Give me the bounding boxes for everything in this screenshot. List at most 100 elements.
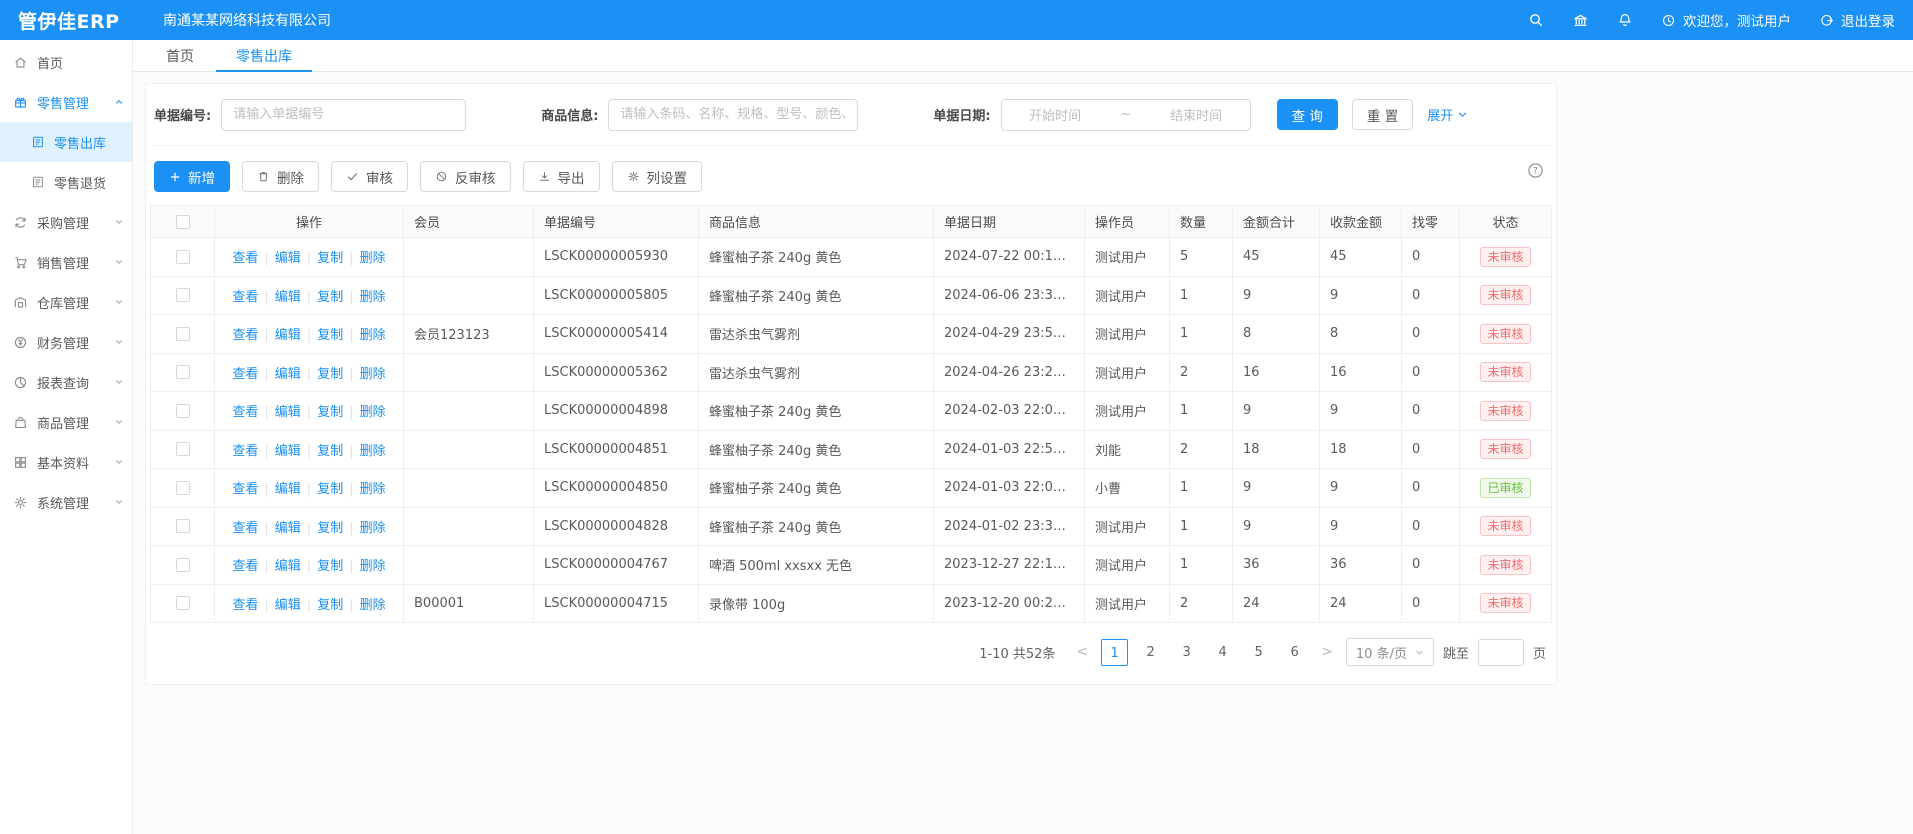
search-button[interactable]: 查 询 xyxy=(1277,99,1338,130)
copy-link[interactable]: 复制 xyxy=(317,444,343,459)
expand-link[interactable]: 展开 xyxy=(1427,105,1468,124)
sidebar-item-system[interactable]: 系统管理 xyxy=(0,482,132,522)
prev-page-button[interactable]: < xyxy=(1072,644,1092,660)
warehouse-icon xyxy=(13,295,28,310)
copy-link[interactable]: 复制 xyxy=(317,251,343,266)
row-checkbox[interactable] xyxy=(176,365,190,379)
delete-link[interactable]: 删除 xyxy=(360,444,386,459)
edit-link[interactable]: 编辑 xyxy=(275,328,301,343)
row-checkbox[interactable] xyxy=(176,327,190,341)
delete-link[interactable]: 删除 xyxy=(360,405,386,420)
edit-link[interactable]: 编辑 xyxy=(275,521,301,536)
unaudit-button[interactable]: 反审核 xyxy=(420,161,511,192)
bill-no-input[interactable] xyxy=(221,99,466,131)
copy-link[interactable]: 复制 xyxy=(317,405,343,420)
bank-icon[interactable] xyxy=(1572,12,1589,29)
copy-link[interactable]: 复制 xyxy=(317,367,343,382)
date-start-placeholder[interactable]: 开始时间 xyxy=(1029,105,1081,124)
date-range-picker[interactable]: 开始时间 ~ 结束时间 xyxy=(1001,99,1251,131)
page-button-2[interactable]: 2 xyxy=(1137,639,1164,666)
product-info-input[interactable] xyxy=(608,99,858,131)
sidebar-item-sales[interactable]: 销售管理 xyxy=(0,242,132,282)
welcome-user[interactable]: 欢迎您，测试用户 xyxy=(1661,10,1791,30)
view-link[interactable]: 查看 xyxy=(232,328,258,343)
view-link[interactable]: 查看 xyxy=(232,251,258,266)
delete-link[interactable]: 删除 xyxy=(360,482,386,497)
edit-link[interactable]: 编辑 xyxy=(275,251,301,266)
delete-link[interactable]: 删除 xyxy=(360,598,386,613)
page-button-5[interactable]: 5 xyxy=(1245,639,1272,666)
copy-link[interactable]: 复制 xyxy=(317,328,343,343)
next-page-button[interactable]: > xyxy=(1317,644,1337,660)
page-button-4[interactable]: 4 xyxy=(1209,639,1236,666)
row-checkbox[interactable] xyxy=(176,519,190,533)
view-link[interactable]: 查看 xyxy=(232,482,258,497)
delete-link[interactable]: 删除 xyxy=(360,559,386,574)
row-checkbox[interactable] xyxy=(176,481,190,495)
date-end-placeholder[interactable]: 结束时间 xyxy=(1170,105,1222,124)
view-link[interactable]: 查看 xyxy=(232,290,258,305)
sidebar-item-warehouse[interactable]: 仓库管理 xyxy=(0,282,132,322)
view-link[interactable]: 查看 xyxy=(232,598,258,613)
page-button-3[interactable]: 3 xyxy=(1173,639,1200,666)
copy-link[interactable]: 复制 xyxy=(317,598,343,613)
row-checkbox[interactable] xyxy=(176,288,190,302)
edit-link[interactable]: 编辑 xyxy=(275,405,301,420)
delete-link[interactable]: 删除 xyxy=(360,251,386,266)
row-checkbox[interactable] xyxy=(176,442,190,456)
edit-link[interactable]: 编辑 xyxy=(275,598,301,613)
sidebar-item-finance[interactable]: 财务管理 xyxy=(0,322,132,362)
export-button[interactable]: 导出 xyxy=(523,161,600,192)
member-cell xyxy=(404,392,534,431)
page-button-6[interactable]: 6 xyxy=(1281,639,1308,666)
reset-button[interactable]: 重 置 xyxy=(1352,99,1413,130)
delete-button[interactable]: 删除 xyxy=(242,161,319,192)
logout-button[interactable]: 退出登录 xyxy=(1819,10,1895,30)
row-checkbox[interactable] xyxy=(176,558,190,572)
edit-link[interactable]: 编辑 xyxy=(275,444,301,459)
edit-link[interactable]: 编辑 xyxy=(275,559,301,574)
page-size-select[interactable]: 10 条/页 xyxy=(1346,638,1434,666)
tab-retail-outbound[interactable]: 零售出库 xyxy=(236,40,292,71)
product-cell: 蜂蜜柚子茶 240g 黄色 xyxy=(699,507,934,546)
copy-link[interactable]: 复制 xyxy=(317,521,343,536)
select-all-checkbox[interactable] xyxy=(176,215,190,229)
search-icon[interactable] xyxy=(1528,12,1544,28)
edit-link[interactable]: 编辑 xyxy=(275,367,301,382)
sidebar-item-retail-outbound[interactable]: 零售出库 xyxy=(0,122,132,162)
bell-icon[interactable] xyxy=(1617,12,1633,28)
copy-link[interactable]: 复制 xyxy=(317,559,343,574)
view-link[interactable]: 查看 xyxy=(232,405,258,420)
sidebar-item-purchase[interactable]: 采购管理 xyxy=(0,202,132,242)
sidebar-item-retail-return[interactable]: 零售退货 xyxy=(0,162,132,202)
row-checkbox[interactable] xyxy=(176,596,190,610)
delete-link[interactable]: 删除 xyxy=(360,290,386,305)
edit-link[interactable]: 编辑 xyxy=(275,482,301,497)
row-checkbox[interactable] xyxy=(176,404,190,418)
delete-link[interactable]: 删除 xyxy=(360,521,386,536)
copy-link[interactable]: 复制 xyxy=(317,290,343,305)
column-settings-button[interactable]: 列设置 xyxy=(612,161,703,192)
edit-link[interactable]: 编辑 xyxy=(275,290,301,305)
audit-button[interactable]: 审核 xyxy=(331,161,408,192)
sidebar-item-goods[interactable]: 商品管理 xyxy=(0,402,132,442)
view-link[interactable]: 查看 xyxy=(232,559,258,574)
delete-link[interactable]: 删除 xyxy=(360,328,386,343)
add-button[interactable]: 新增 xyxy=(154,161,230,192)
sidebar-item-reports[interactable]: 报表查询 xyxy=(0,362,132,402)
col-header-actions: 操作 xyxy=(215,206,404,238)
view-link[interactable]: 查看 xyxy=(232,521,258,536)
help-icon[interactable]: ? xyxy=(1527,162,1544,179)
row-checkbox[interactable] xyxy=(176,250,190,264)
jump-input[interactable] xyxy=(1478,639,1524,666)
col-header-status: 状态 xyxy=(1460,206,1552,238)
page-button-1[interactable]: 1 xyxy=(1101,639,1128,666)
tab-home[interactable]: 首页 xyxy=(166,40,194,71)
copy-link[interactable]: 复制 xyxy=(317,482,343,497)
view-link[interactable]: 查看 xyxy=(232,444,258,459)
view-link[interactable]: 查看 xyxy=(232,367,258,382)
delete-link[interactable]: 删除 xyxy=(360,367,386,382)
sidebar-item-home[interactable]: 首页 xyxy=(0,42,132,82)
sidebar-item-retail-management[interactable]: 零售管理 xyxy=(0,82,132,122)
sidebar-item-basic-data[interactable]: 基本资料 xyxy=(0,442,132,482)
